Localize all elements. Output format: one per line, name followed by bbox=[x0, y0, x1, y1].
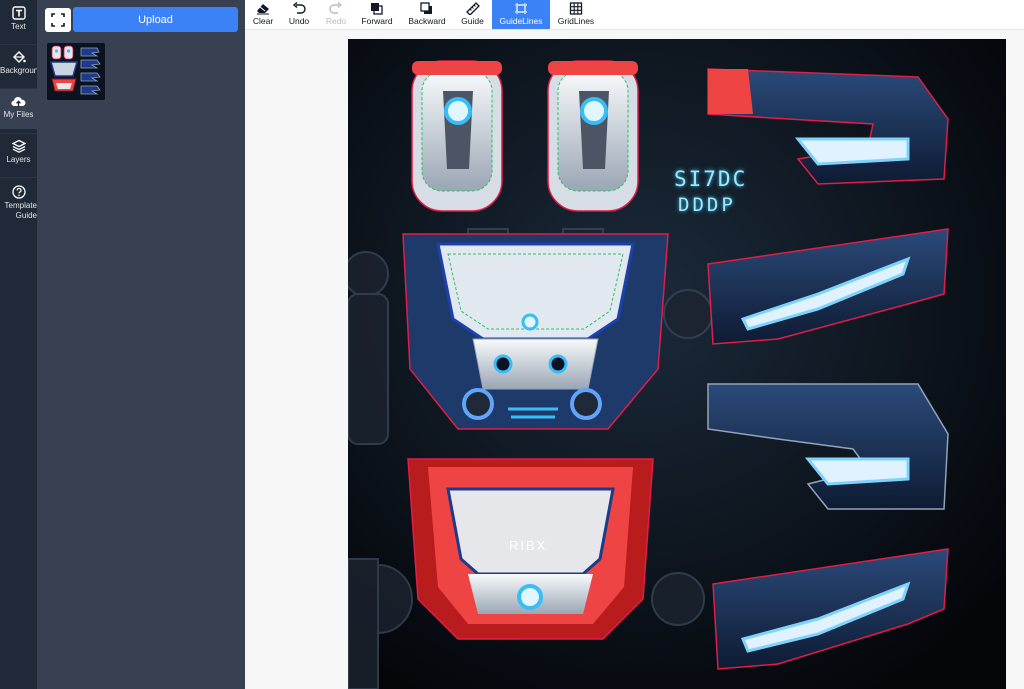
files-panel: Upload bbox=[37, 0, 245, 689]
bring-forward-icon bbox=[371, 3, 383, 15]
tool-label: Undo bbox=[288, 16, 310, 26]
grid-icon bbox=[569, 2, 583, 15]
robot-artwork bbox=[348, 39, 1006, 689]
undo-icon bbox=[292, 2, 306, 14]
sidebar-item-label: Layers bbox=[6, 155, 31, 164]
layers-icon bbox=[11, 139, 26, 153]
robot-chest-upper bbox=[402, 233, 669, 430]
redo-button[interactable]: Redo bbox=[324, 0, 348, 29]
left-rail: Text Background My Files Layers Templa bbox=[0, 0, 37, 689]
glyph-text-line2: DDDP bbox=[678, 194, 736, 216]
tool-label: GuideLines bbox=[499, 16, 543, 26]
robot-head-left bbox=[411, 60, 503, 212]
cloud-upload-icon bbox=[11, 96, 26, 107]
divider bbox=[0, 44, 37, 45]
clear-button[interactable]: Clear bbox=[251, 0, 275, 29]
sidebar-item-label: Template Guide bbox=[4, 201, 37, 220]
undo-button[interactable]: Undo bbox=[287, 0, 311, 29]
tool-label: Clear bbox=[252, 16, 274, 26]
eraser-icon bbox=[257, 4, 269, 15]
backward-button[interactable]: Backward bbox=[406, 0, 448, 29]
expand-button[interactable] bbox=[45, 8, 71, 32]
sidebar-item-layers[interactable]: Layers bbox=[0, 139, 37, 173]
tool-label: Forward bbox=[361, 16, 393, 26]
guide-button[interactable]: Guide bbox=[459, 0, 486, 29]
tool-label: Redo bbox=[325, 16, 347, 26]
sidebar-item-label: Background bbox=[0, 66, 37, 75]
thumbnail-image bbox=[47, 43, 105, 100]
canvas-area: SI7DC DDDP RIBX bbox=[245, 30, 1024, 689]
sidebar-item-background[interactable]: Background bbox=[0, 50, 37, 84]
guidelines-button[interactable]: GuideLines bbox=[492, 0, 550, 29]
expand-icon bbox=[51, 13, 65, 27]
divider bbox=[0, 177, 37, 178]
sidebar-item-label: My Files bbox=[3, 110, 34, 119]
ruler-icon bbox=[465, 2, 480, 15]
glyph-text-line1: SI7DC bbox=[674, 167, 748, 191]
sidebar-item-my-files[interactable]: My Files bbox=[0, 89, 37, 129]
chest-badge-text: RIBX bbox=[509, 538, 548, 553]
forward-button[interactable]: Forward bbox=[358, 0, 396, 29]
send-backward-icon bbox=[420, 2, 432, 14]
uploaded-file-thumbnail[interactable] bbox=[47, 43, 105, 100]
tool-label: GridLines bbox=[557, 16, 595, 26]
upload-button[interactable]: Upload bbox=[73, 7, 238, 32]
redo-icon bbox=[329, 2, 343, 14]
help-circle-icon bbox=[11, 185, 26, 199]
divider bbox=[0, 133, 37, 134]
toolbar: Clear Undo Redo Forward Backward Guide G… bbox=[245, 0, 1024, 30]
guidelines-icon bbox=[515, 3, 527, 14]
tool-label: Backward bbox=[408, 16, 446, 26]
sidebar-item-text[interactable]: Text bbox=[0, 6, 37, 40]
robot-head-right bbox=[547, 60, 639, 212]
sidebar-item-label: Text bbox=[11, 22, 26, 31]
sidebar-item-template-guide[interactable]: Template Guide bbox=[0, 185, 37, 229]
text-icon bbox=[11, 6, 26, 20]
paint-bucket-icon bbox=[12, 51, 26, 63]
gridlines-button[interactable]: GridLines bbox=[554, 0, 598, 29]
tool-label: Guide bbox=[461, 16, 484, 26]
design-canvas[interactable]: SI7DC DDDP RIBX bbox=[348, 39, 1006, 689]
